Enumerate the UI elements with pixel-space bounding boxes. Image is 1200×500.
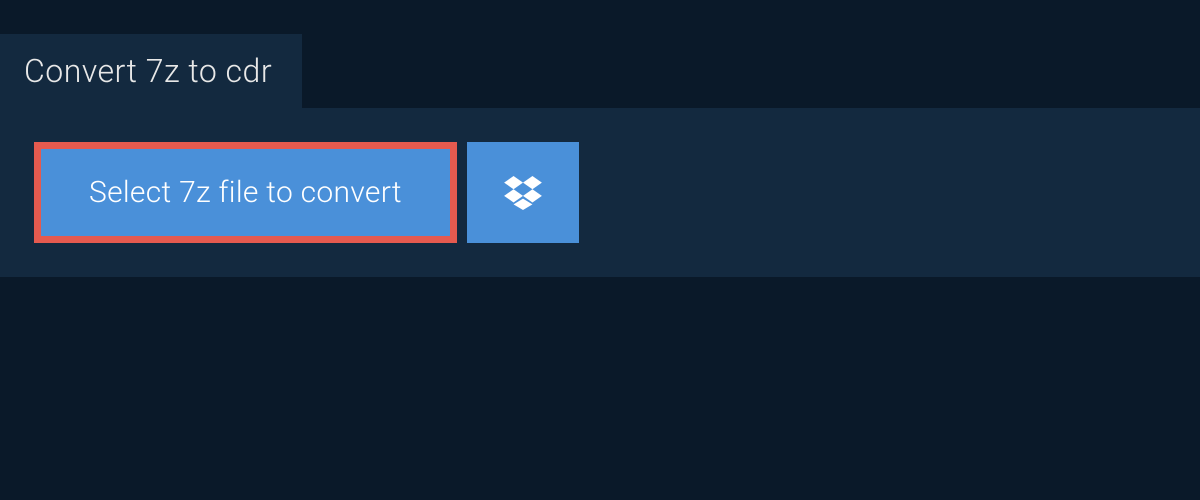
dropbox-button[interactable]	[467, 142, 579, 243]
upload-actions: Select 7z file to convert	[34, 142, 1166, 243]
convert-panel: Select 7z file to convert	[0, 108, 1200, 277]
select-file-button[interactable]: Select 7z file to convert	[34, 142, 457, 243]
tab-title: Convert 7z to cdr	[24, 52, 272, 90]
active-tab[interactable]: Convert 7z to cdr	[0, 34, 302, 108]
dropbox-icon	[504, 176, 542, 210]
select-file-label: Select 7z file to convert	[89, 175, 402, 210]
